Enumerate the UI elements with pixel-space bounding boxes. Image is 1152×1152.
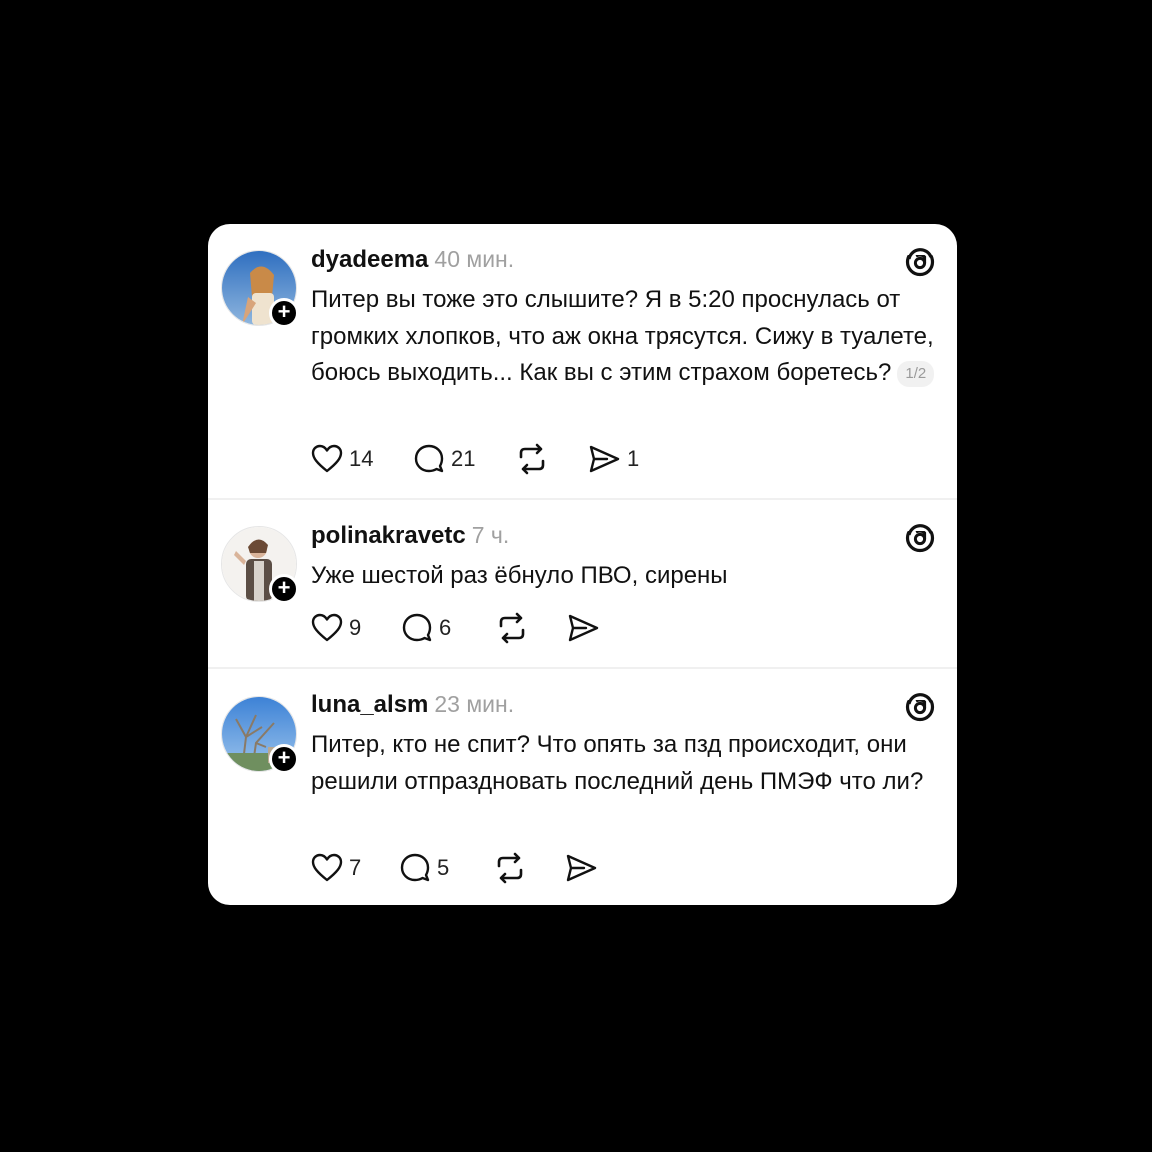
post-body: Питер вы тоже это слышите? Я в 5:20 прос… xyxy=(311,286,934,386)
threads-card: + dyadeema 40 мин. Питер вы тоже это слыш… xyxy=(208,224,957,905)
comment-button[interactable]: 5 xyxy=(399,851,449,885)
like-count: 7 xyxy=(349,855,362,880)
repost-button[interactable] xyxy=(515,442,549,476)
threads-logo-icon xyxy=(904,522,936,554)
comment-count: 6 xyxy=(439,615,452,640)
like-count: 14 xyxy=(349,446,374,471)
share-button[interactable] xyxy=(566,611,600,645)
post-body: Питер, кто не спит? Что опять за пзд про… xyxy=(311,731,924,795)
threads-logo-icon xyxy=(904,691,936,723)
post-header: dyadeema 40 мин. xyxy=(311,246,514,276)
comment-count: 5 xyxy=(437,855,450,880)
paper-plane-icon xyxy=(568,614,599,642)
like-count: 9 xyxy=(349,615,362,640)
comment-count: 21 xyxy=(451,446,476,471)
post-header: polinakravetc 7 ч. xyxy=(311,522,509,552)
avatar-1[interactable]: + xyxy=(221,250,299,328)
threads-logo-icon xyxy=(904,246,936,278)
post-body: Уже шестой раз ёбнуло ПВО, сирены xyxy=(311,562,728,589)
username[interactable]: polinakravetc xyxy=(311,522,466,549)
post-header: luna_alsm 23 мин. xyxy=(311,691,514,721)
repost-arrows-icon xyxy=(519,443,545,475)
avatar-2[interactable]: + xyxy=(221,526,299,604)
share-button[interactable]: 1 xyxy=(587,442,639,476)
share-button[interactable] xyxy=(564,851,598,885)
comment-button[interactable]: 6 xyxy=(401,611,451,645)
share-count: 1 xyxy=(627,446,640,471)
heart-icon xyxy=(311,613,343,642)
speech-bubble-icon xyxy=(400,853,430,882)
follow-plus-icon[interactable]: + xyxy=(269,744,299,774)
like-button[interactable]: 7 xyxy=(311,851,361,885)
speech-bubble-icon xyxy=(414,444,444,473)
post-text: Питер вы тоже это слышите? Я в 5:20 прос… xyxy=(311,282,941,392)
follow-plus-icon[interactable]: + xyxy=(269,298,299,328)
repost-button[interactable] xyxy=(493,851,527,885)
post-text: Питер, кто не спит? Что опять за пзд про… xyxy=(311,727,941,800)
heart-icon xyxy=(311,444,343,473)
username[interactable]: dyadeema xyxy=(311,246,428,273)
follow-plus-icon[interactable]: + xyxy=(269,574,299,604)
timestamp: 7 ч. xyxy=(471,522,510,548)
repost-button[interactable] xyxy=(495,611,529,645)
heart-icon xyxy=(311,853,343,882)
like-button[interactable]: 9 xyxy=(311,611,361,645)
timestamp: 23 мин. xyxy=(434,691,515,717)
timestamp: 40 мин. xyxy=(434,246,515,272)
divider xyxy=(208,667,957,669)
post-text: Уже шестой раз ёбнуло ПВО, сирены xyxy=(311,558,941,595)
comment-button[interactable]: 21 xyxy=(413,442,475,476)
paper-plane-icon xyxy=(566,854,597,882)
avatar-3[interactable]: + xyxy=(221,696,299,774)
repost-arrows-icon xyxy=(497,852,523,884)
username[interactable]: luna_alsm xyxy=(311,691,428,718)
speech-bubble-icon xyxy=(402,613,432,642)
thread-pager: 1/2 xyxy=(897,360,935,387)
repost-arrows-icon xyxy=(499,612,525,644)
divider xyxy=(208,498,957,500)
paper-plane-icon xyxy=(589,445,620,473)
like-button[interactable]: 14 xyxy=(311,442,373,476)
